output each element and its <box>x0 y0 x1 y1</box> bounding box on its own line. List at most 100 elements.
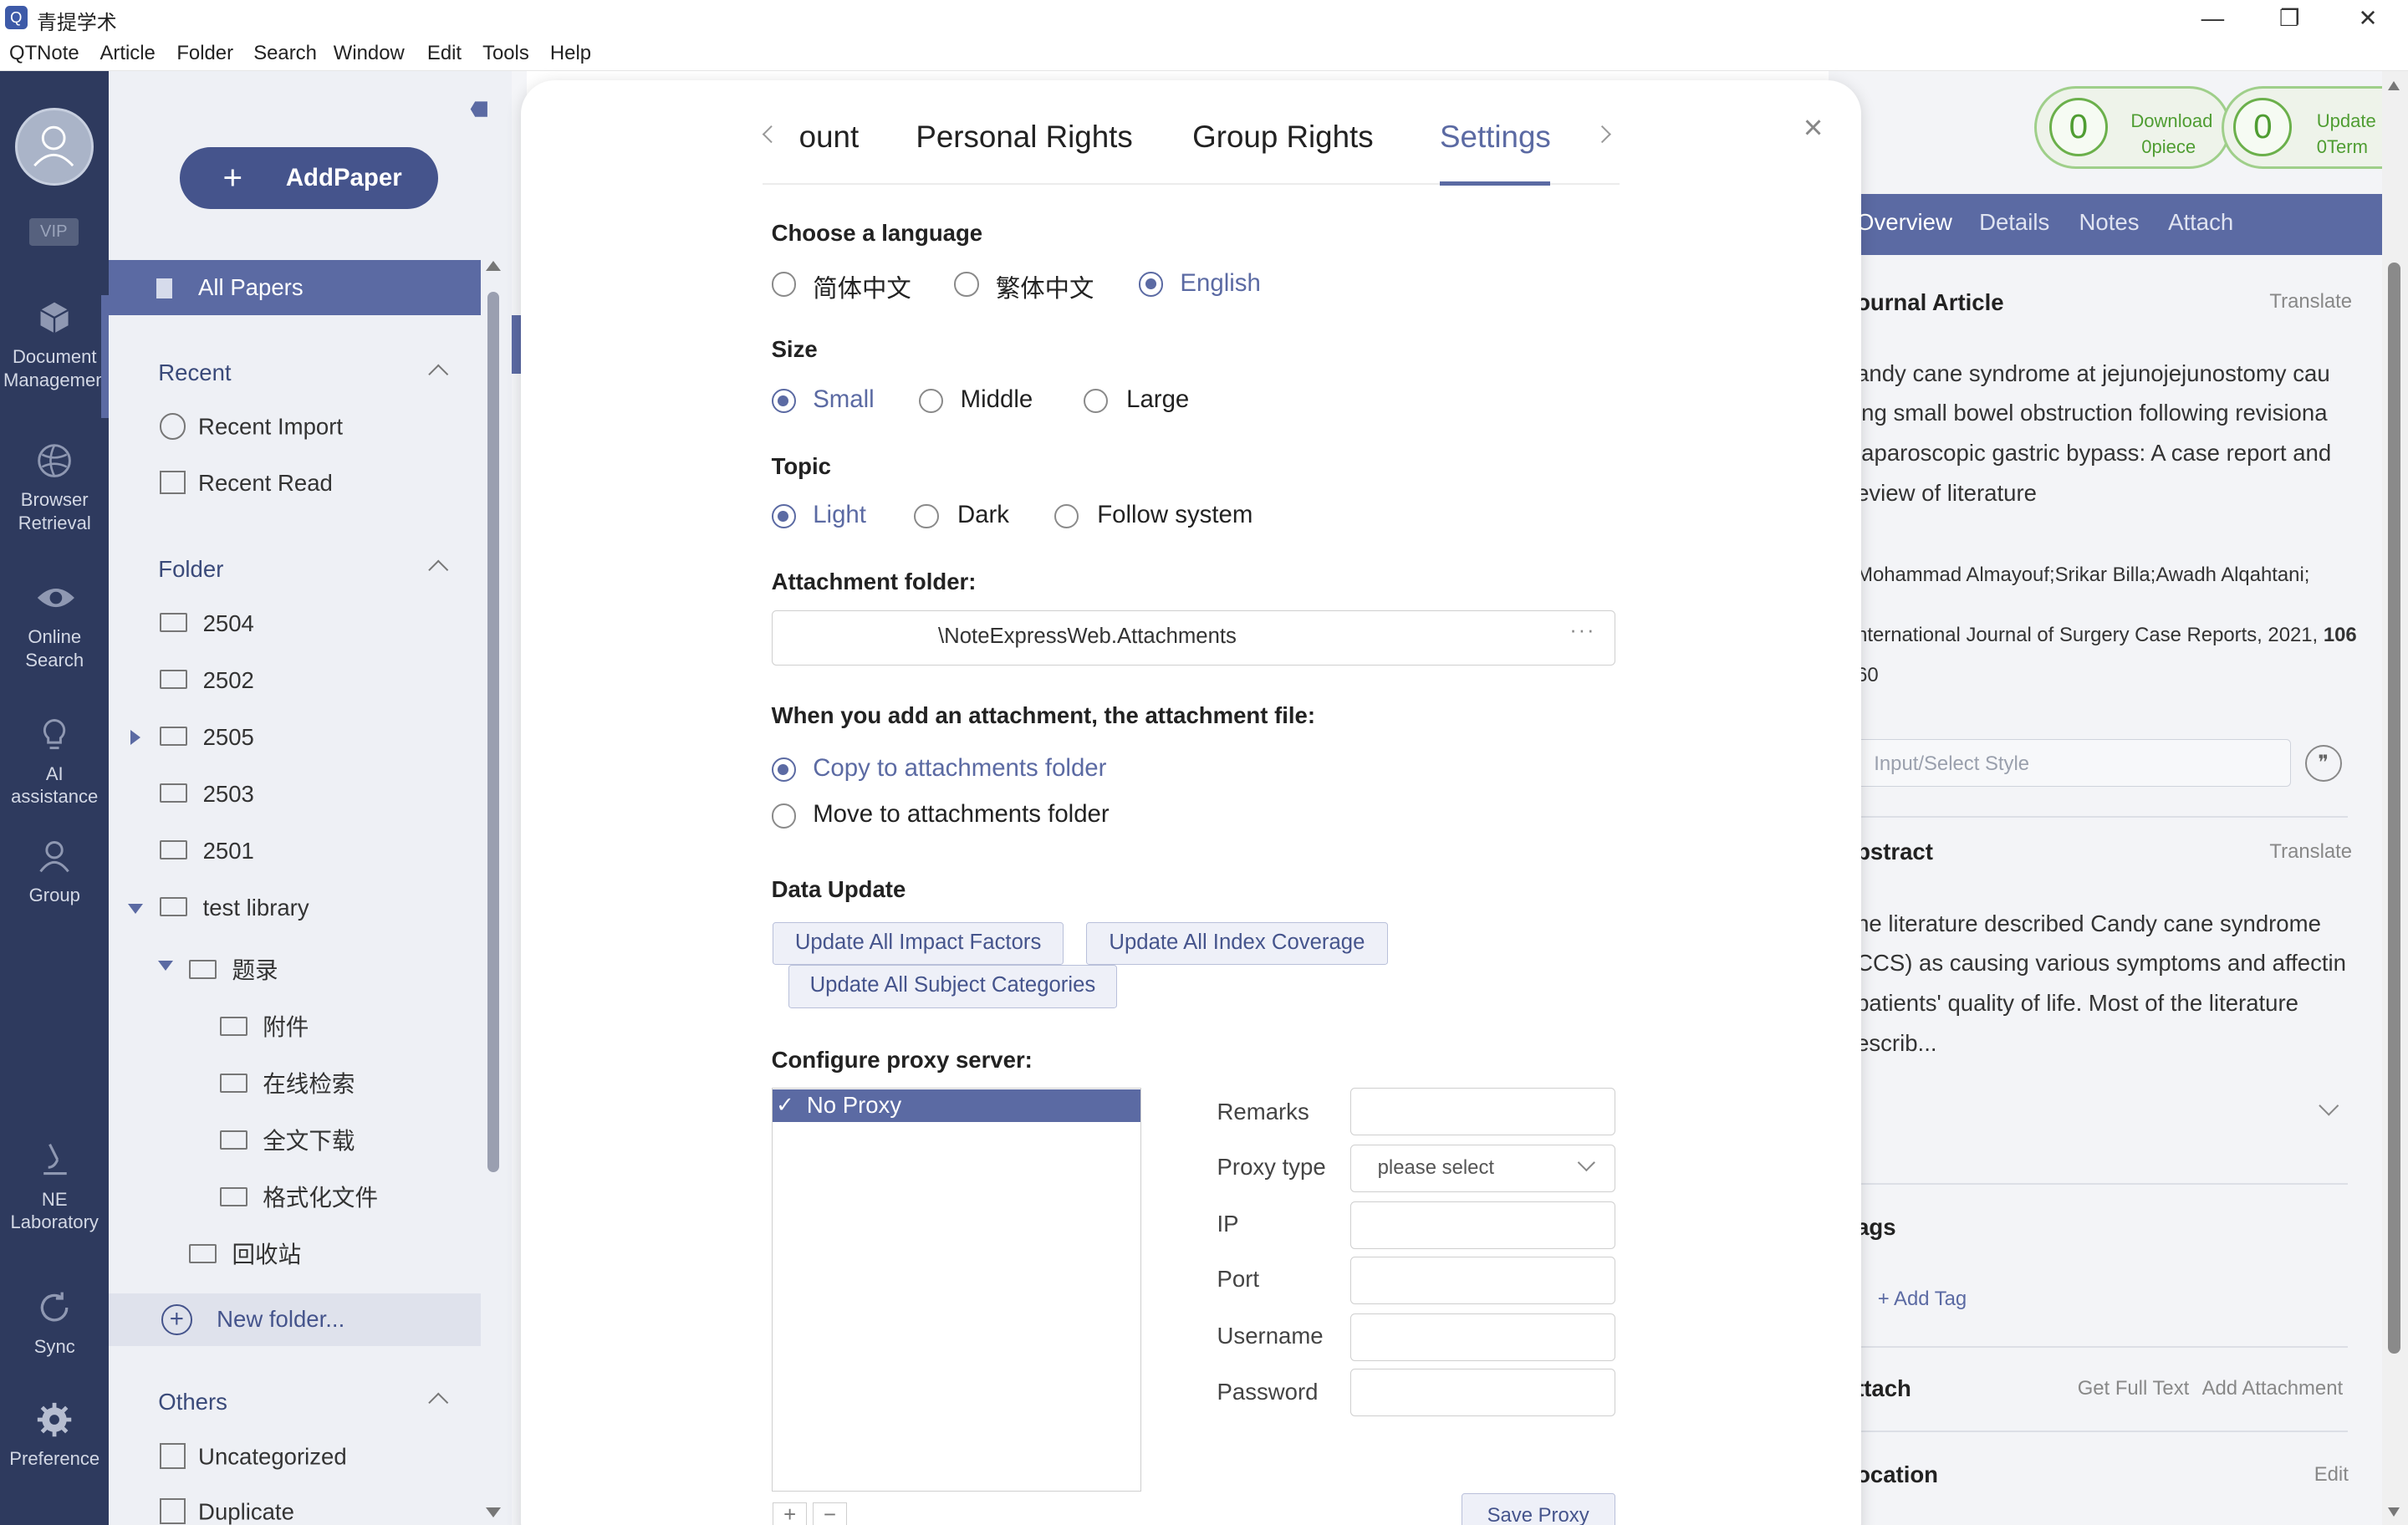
menu-qtnote[interactable]: QTNote <box>9 42 79 65</box>
folder-item[interactable]: 在线检索 <box>219 1065 355 1099</box>
close-dialog-icon[interactable]: × <box>1798 110 1829 144</box>
update-index-coverage-button[interactable]: Update All Index Coverage <box>1086 921 1388 966</box>
username-input[interactable] <box>1350 1313 1615 1362</box>
citation-style-input[interactable]: Input/Select Style <box>1856 738 2292 787</box>
menu-help[interactable]: Help <box>550 42 591 65</box>
minimize-button[interactable]: — <box>2174 0 2251 37</box>
scroll-down-arrow-icon[interactable] <box>485 1507 501 1517</box>
tab-account[interactable]: ount <box>799 120 860 155</box>
rail-ne-laboratory[interactable]: NE Laboratory <box>0 1141 109 1233</box>
rail-preference[interactable]: Preference <box>0 1401 109 1471</box>
topic-label: Follow system <box>1097 501 1253 529</box>
tab-attach[interactable]: Attach <box>2168 209 2233 236</box>
browse-folder-icon[interactable]: ··· <box>1569 619 1595 643</box>
proxy-list-item[interactable]: ✓ No Proxy <box>773 1089 1140 1122</box>
download-counter[interactable]: 0 Download 0piece <box>2034 85 2232 170</box>
update-impact-factors-button[interactable]: Update All Impact Factors <box>773 921 1064 966</box>
folder-item[interactable]: 回收站 <box>189 1236 301 1269</box>
tab-group-rights[interactable]: Group Rights <box>1192 120 1374 155</box>
topic-label: Light <box>813 501 866 529</box>
remarks-input[interactable] <box>1350 1088 1615 1136</box>
topic-radio-dark[interactable] <box>914 503 939 529</box>
translate-abstract-link[interactable]: Translate <box>2269 840 2352 864</box>
menu-tools[interactable]: Tools <box>482 42 529 65</box>
language-radio-english[interactable] <box>1138 272 1164 297</box>
folder-item[interactable]: 格式化文件 <box>219 1179 378 1212</box>
add-tag-link[interactable]: + Add Tag <box>1878 1288 1967 1311</box>
attachment-folder-input[interactable]: \NoteExpressWeb.Attachments ··· <box>771 609 1615 666</box>
quote-icon[interactable]: ❞ <box>2304 745 2342 783</box>
collapse-arrow-icon[interactable] <box>127 903 143 914</box>
scroll-up-arrow-icon[interactable] <box>485 261 501 272</box>
topic-radio-follow-system[interactable] <box>1054 503 1079 529</box>
proxy-list[interactable] <box>771 1088 1142 1492</box>
tab-overview[interactable]: Overview <box>1856 209 1952 236</box>
folder-item[interactable]: 全文下载 <box>219 1122 355 1155</box>
new-folder-button[interactable]: + New folder... <box>109 1293 482 1346</box>
port-input[interactable] <box>1350 1257 1615 1305</box>
menu-window[interactable]: Window <box>334 42 405 65</box>
folder-item[interactable]: 2504 <box>160 610 254 637</box>
folder-item[interactable]: 题录 <box>189 951 278 985</box>
active-tab-underline <box>1440 181 1551 186</box>
folder-item[interactable]: 2501 <box>160 838 254 865</box>
get-full-text-link[interactable]: Get Full Text <box>2078 1377 2190 1400</box>
sidebar-scrollbar[interactable] <box>485 261 504 1525</box>
menu-article[interactable]: Article <box>99 42 155 65</box>
tab-personal-rights[interactable]: Personal Rights <box>916 120 1132 155</box>
close-window-button[interactable]: ✕ <box>2329 0 2406 37</box>
folder-item[interactable]: test library <box>160 895 309 921</box>
scroll-thumb[interactable] <box>2387 263 2400 1354</box>
update-subject-categories-button[interactable]: Update All Subject Categories <box>788 965 1118 1008</box>
scroll-thumb[interactable] <box>487 292 500 1173</box>
sidebar-item-duplicate[interactable]: Duplicate <box>160 1497 294 1525</box>
collapse-arrow-icon[interactable] <box>158 960 174 971</box>
add-proxy-button[interactable]: + <box>773 1502 807 1525</box>
move-to-folder-radio[interactable] <box>771 803 796 829</box>
update-counter[interactable]: 0 Update 0Term <box>2222 85 2391 170</box>
folder-item[interactable]: 2503 <box>160 781 254 808</box>
document-icon <box>156 278 172 298</box>
rail-online-search[interactable]: Online Search <box>0 579 109 671</box>
folder-label: 在线检索 <box>263 1070 355 1097</box>
proxy-type-select[interactable]: please select <box>1350 1145 1615 1193</box>
window-scrollbar[interactable] <box>2381 70 2408 1525</box>
folder-item[interactable]: 附件 <box>219 1008 309 1042</box>
tab-details[interactable]: Details <box>1979 209 2049 236</box>
avatar[interactable] <box>15 107 94 186</box>
sidebar-item-uncategorized[interactable]: Uncategorized <box>160 1442 347 1471</box>
translate-title-link[interactable]: Translate <box>2269 290 2352 314</box>
rail-browser-retrieval[interactable]: Browser Retrieval <box>0 442 109 534</box>
rail-document-management[interactable]: Document Managemen <box>0 299 109 391</box>
remove-proxy-button[interactable]: − <box>813 1502 847 1525</box>
sidebar-item-recent-read[interactable]: Recent Read <box>160 470 333 497</box>
size-radio-small[interactable] <box>771 388 796 414</box>
language-radio-traditional[interactable] <box>954 272 979 297</box>
restore-button[interactable]: ❐ <box>2251 0 2328 37</box>
topic-radio-light[interactable] <box>771 503 796 529</box>
expand-arrow-icon[interactable] <box>130 729 140 745</box>
save-proxy-button[interactable]: Save Proxy <box>1461 1493 1615 1525</box>
rail-group[interactable]: Group <box>0 838 109 907</box>
rail-sync[interactable]: Sync <box>0 1289 109 1359</box>
menu-edit[interactable]: Edit <box>427 42 462 65</box>
menu-search[interactable]: Search <box>253 42 317 65</box>
language-radio-simplified[interactable] <box>771 272 796 297</box>
sidebar-item-all-papers[interactable]: All Papers <box>109 259 482 315</box>
rail-ai-assistance[interactable]: AI assistance <box>0 716 109 808</box>
tab-notes[interactable]: Notes <box>2079 209 2140 236</box>
scroll-down-arrow-icon[interactable] <box>2387 1507 2400 1517</box>
edit-location-link[interactable]: Edit <box>2314 1463 2349 1487</box>
vip-badge: VIP <box>28 217 79 247</box>
add-attachment-link[interactable]: Add Attachment <box>2202 1377 2344 1400</box>
add-paper-button[interactable]: + AddPaper <box>180 147 438 209</box>
ip-input[interactable] <box>1350 1201 1615 1250</box>
tab-settings[interactable]: Settings <box>1440 120 1551 155</box>
scroll-up-arrow-icon[interactable] <box>2387 81 2400 91</box>
sidebar-item-recent-import[interactable]: Recent Import <box>160 413 343 441</box>
folder-item[interactable]: 2502 <box>160 667 254 694</box>
menu-folder[interactable]: Folder <box>176 42 233 65</box>
folder-item[interactable]: 2505 <box>160 724 254 751</box>
password-input[interactable] <box>1350 1369 1615 1417</box>
pin-icon[interactable] <box>458 95 492 130</box>
